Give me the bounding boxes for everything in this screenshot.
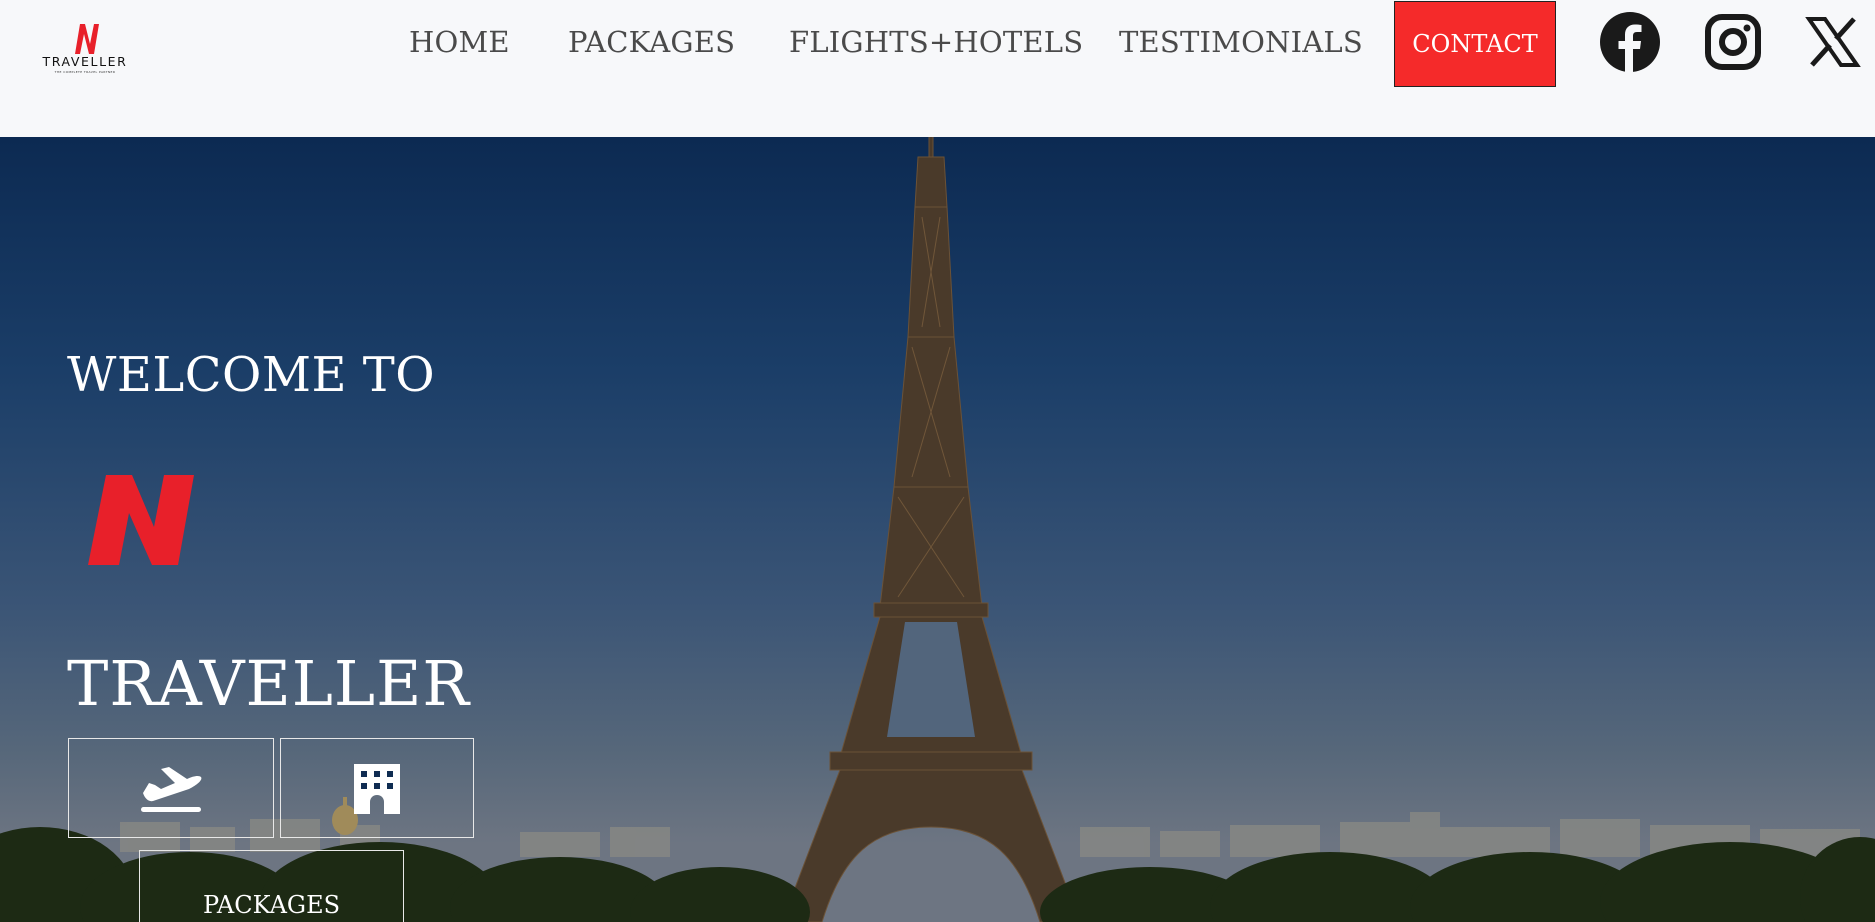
- site-header: TRAVELLER THE COMPLETE TRAVEL PARTNER HO…: [0, 0, 1875, 137]
- contact-button[interactable]: CONTACT: [1394, 1, 1556, 87]
- site-logo[interactable]: TRAVELLER THE COMPLETE TRAVEL PARTNER: [38, 22, 132, 74]
- instagram-icon[interactable]: [1703, 12, 1763, 72]
- hero-title: TRAVELLER: [67, 647, 471, 720]
- flights-button[interactable]: [68, 738, 274, 838]
- hotel-building-icon: [354, 764, 400, 814]
- hero-section: WELCOME TO TRAVELLER PACKAGES: [0, 137, 1875, 922]
- logo-n-icon: [75, 24, 99, 54]
- nav-packages[interactable]: PACKAGES: [568, 25, 735, 59]
- packages-button[interactable]: PACKAGES: [139, 850, 404, 922]
- facebook-icon[interactable]: [1600, 12, 1660, 72]
- hotels-button[interactable]: [280, 738, 474, 838]
- logo-brand-text: TRAVELLER: [42, 54, 128, 69]
- airplane-departure-icon: [141, 767, 202, 812]
- x-icon[interactable]: [1803, 12, 1863, 72]
- logo-tagline: THE COMPLETE TRAVEL PARTNER: [54, 70, 116, 74]
- nav-flights-hotels[interactable]: FLIGHTS+HOTELS: [789, 25, 1083, 59]
- nav-home[interactable]: HOME: [409, 25, 510, 59]
- nav-testimonials[interactable]: TESTIMONIALS: [1119, 25, 1363, 59]
- hero-logo-n-icon: [88, 475, 194, 565]
- hero-welcome-text: WELCOME TO: [67, 347, 436, 403]
